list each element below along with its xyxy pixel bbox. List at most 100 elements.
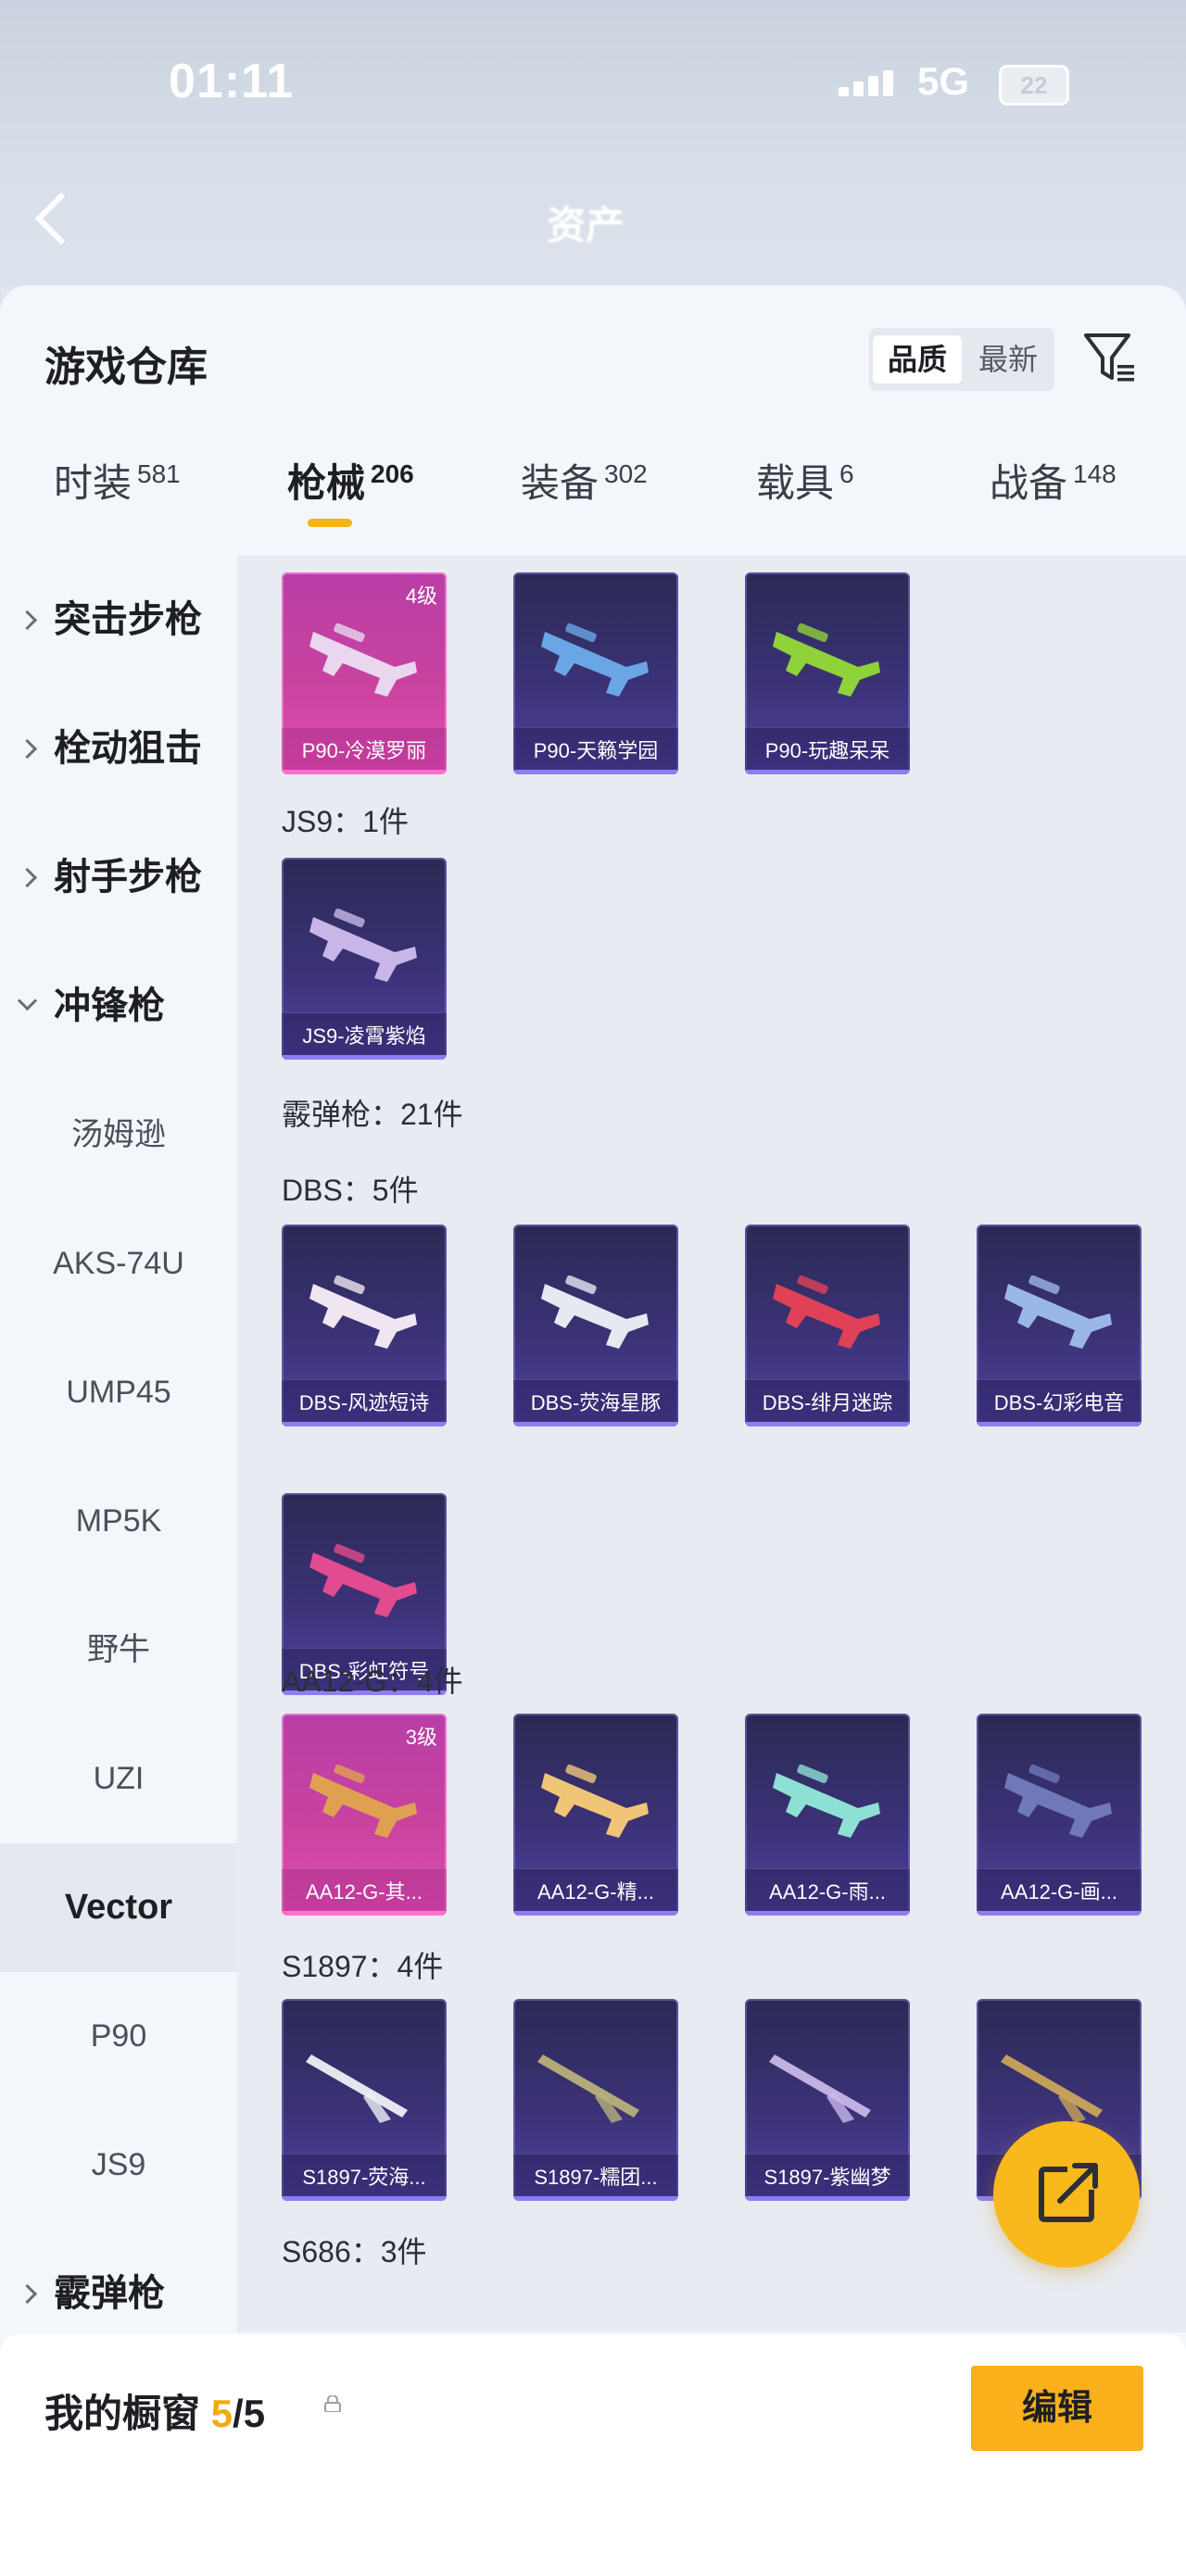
chevron-right-icon [17, 2283, 38, 2305]
blurred-stats-row [56, 9, 1075, 46]
sidebar-item-mp5k[interactable]: MP5K [0, 1457, 237, 1586]
weapon-image [306, 2055, 408, 2123]
sidebar-item-bizon[interactable]: 野牛 [0, 1586, 237, 1715]
filter-icon[interactable] [1082, 330, 1138, 385]
sidebar-item-assault-rifle[interactable]: 突击步枪 [0, 556, 237, 685]
lock-icon [324, 2395, 341, 2412]
weapon-image [309, 622, 417, 697]
weapon-image [309, 1275, 417, 1349]
rarity-bar [513, 770, 678, 774]
rarity-bar [282, 2196, 447, 2201]
sidebar-item-ump45[interactable]: UMP45 [0, 1328, 237, 1457]
tab-fashion[interactable]: 时装 581 [54, 452, 181, 535]
weapon-card[interactable]: S1897-紫幽梦 [745, 1999, 910, 2201]
weapon-card[interactable]: DBS-幻彩电音 [977, 1225, 1142, 1426]
level-badge: 4级 [405, 584, 437, 608]
weapon-name: AA12-G-雨... [745, 1868, 910, 1916]
level-badge: 3级 [405, 1726, 437, 1749]
tab-supplies[interactable]: 战备 148 [990, 452, 1117, 535]
weapon-name: DBS-幻彩电音 [977, 1379, 1142, 1426]
rarity-bar [282, 1911, 447, 1916]
sidebar-item-js9[interactable]: JS9 [0, 2101, 237, 2230]
weapon-card[interactable]: AA12-G-雨... [745, 1714, 910, 1916]
weapon-name: AA12-G-其... [282, 1868, 447, 1916]
share-fab[interactable] [993, 2121, 1140, 2268]
weapon-name: AA12-G-画... [977, 1868, 1142, 1916]
rarity-bar [513, 1422, 678, 1426]
edit-showcase-button[interactable]: 编辑 [971, 2366, 1143, 2451]
weapon-card[interactable]: 3级 AA12-G-其... [282, 1714, 447, 1916]
weapon-name: P90-冷漠罗丽 [282, 727, 447, 774]
weapon-name: JS9-凌霄紫焰 [282, 1012, 447, 1060]
category-tabs: 时装 581 枪械 206 装备 302 载具 6 战备 148 [0, 452, 1186, 554]
sort-quality-button[interactable]: 品质 [873, 335, 962, 383]
weapon-card[interactable]: P90-玩趣呆呆 [745, 572, 910, 774]
rarity-bar [745, 2196, 910, 2201]
weapon-name: AA12-G-精... [513, 1868, 678, 1916]
weapon-card[interactable]: JS9-凌霄紫焰 [282, 858, 447, 1060]
showcase-label: 我的橱窗 5/5 [44, 2392, 266, 2435]
tab-equipment[interactable]: 装备 302 [521, 452, 648, 535]
sidebar-item-thompson[interactable]: 汤姆逊 [0, 1071, 237, 1200]
weapon-name: DBS-荧海星豚 [513, 1379, 678, 1426]
sidebar-item-vector[interactable]: Vector [0, 1843, 237, 1972]
rarity-bar [745, 1911, 910, 1916]
weapon-image [309, 908, 417, 982]
weapon-image [309, 1764, 417, 1838]
tab-firearms[interactable]: 枪械 206 [287, 452, 414, 535]
sidebar-item-smg[interactable]: 冲锋枪 [0, 942, 237, 1071]
active-tab-underline [308, 519, 352, 527]
section-header-js9: JS9：1件 [282, 805, 409, 838]
weapon-card[interactable]: S1897-糯团... [513, 1999, 678, 2201]
weapon-image [541, 1764, 649, 1838]
weapon-card[interactable]: DBS-风迹短诗 [282, 1225, 447, 1426]
weapon-type-sidebar: 突击步枪 栓动狙击 射手步枪 冲锋枪 汤姆逊 AKS-74U UMP45 MP5… [0, 556, 237, 2332]
back-icon[interactable] [34, 192, 88, 245]
rarity-bar [282, 1055, 447, 1060]
sidebar-item-p90[interactable]: P90 [0, 1972, 237, 2101]
weapon-image [1004, 1275, 1112, 1349]
weapon-card[interactable]: AA12-G-画... [977, 1714, 1142, 1916]
status-time: 01:11 [169, 55, 295, 108]
weapon-image [537, 2055, 639, 2123]
game-warehouse-sheet: 游戏仓库 品质 最新 时装 581 枪械 206 装备 302 载具 6 战备 148 突… [0, 285, 1186, 2576]
weapon-card[interactable]: P90-天籁学园 [513, 572, 678, 774]
weapon-image [1004, 1764, 1112, 1838]
sidebar-item-marksman-rifle[interactable]: 射手步枪 [0, 813, 237, 942]
weapon-image [769, 2055, 871, 2123]
chevron-down-icon [17, 990, 38, 1012]
section-header-shotgun: 霰弹枪：21件 [282, 1098, 463, 1131]
rarity-bar [745, 770, 910, 774]
sidebar-item-uzi[interactable]: UZI [0, 1715, 237, 1843]
rarity-bar [282, 1422, 447, 1426]
weapon-image [773, 1764, 880, 1838]
weapon-image [773, 1275, 880, 1349]
rarity-bar [282, 770, 447, 774]
showcase-current-count: 5 [210, 2392, 233, 2435]
sidebar-item-bolt-sniper[interactable]: 栓动狙击 [0, 685, 237, 813]
weapon-card[interactable]: 4级 P90-冷漠罗丽 [282, 572, 447, 774]
share-icon [1039, 2162, 1104, 2222]
page-title: 游戏仓库 [44, 345, 208, 390]
weapon-card[interactable]: S1897-荧海... [282, 1999, 447, 2201]
top-blurred-header: 01:11 5G 22 资产 [0, 0, 1186, 287]
weapon-name: S1897-荧海... [282, 2154, 447, 2201]
sort-toggle[interactable]: 品质 最新 [869, 328, 1054, 391]
sort-latest-button[interactable]: 最新 [962, 335, 1054, 383]
rarity-bar [977, 1911, 1142, 1916]
weapon-card[interactable]: DBS-绯月迷踪 [745, 1225, 910, 1426]
weapon-name: DBS-风迹短诗 [282, 1379, 447, 1426]
weapon-name: P90-玩趣呆呆 [745, 727, 910, 774]
weapon-card[interactable]: DBS-荧海星豚 [513, 1225, 678, 1426]
weapon-grid: 4级 P90-冷漠罗丽 P90-天籁学园 P90-玩趣呆呆 JS9：1件 JS9-凌霄… [237, 556, 1186, 2332]
tab-vehicles[interactable]: 载具 6 [756, 452, 854, 535]
weapon-name: S1897-紫幽梦 [745, 2154, 910, 2201]
rarity-bar [513, 2196, 678, 2201]
rarity-bar [513, 1911, 678, 1916]
weapon-image [541, 622, 649, 697]
sidebar-item-aks74u[interactable]: AKS-74U [0, 1200, 237, 1328]
section-header-aa12: AA12-G：4件 [282, 1665, 463, 1698]
weapon-image [1001, 2055, 1103, 2123]
rarity-bar [977, 1422, 1142, 1426]
weapon-card[interactable]: AA12-G-精... [513, 1714, 678, 1916]
